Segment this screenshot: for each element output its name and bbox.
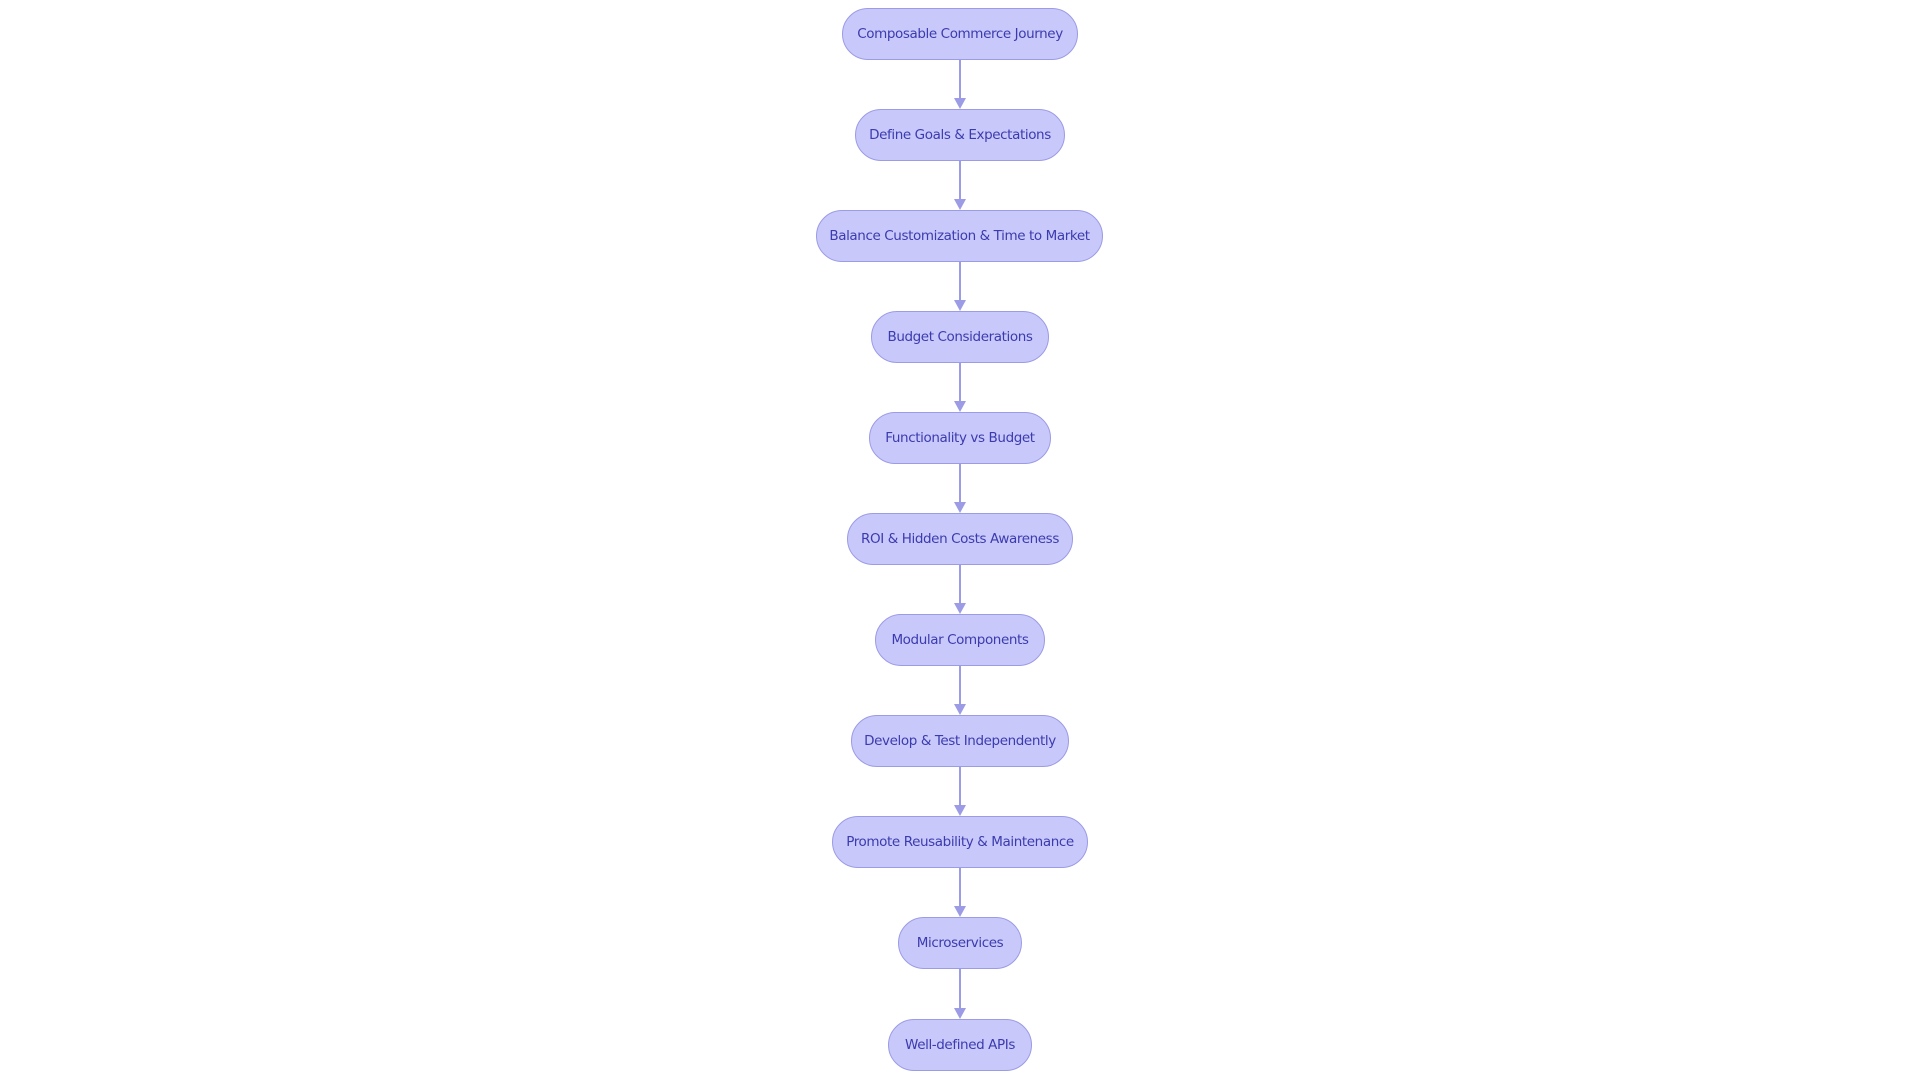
arrowhead-icon (954, 805, 966, 816)
edge-arrow (954, 565, 966, 614)
edge-arrow (954, 767, 966, 816)
arrowhead-icon (954, 98, 966, 109)
node-modular-components[interactable]: Modular Components (875, 614, 1045, 666)
node-promote-reusability-maintenance[interactable]: Promote Reusability & Maintenance (832, 816, 1088, 868)
edge-arrow (954, 262, 966, 311)
node-functionality-vs-budget[interactable]: Functionality vs Budget (869, 412, 1051, 464)
node-well-defined-apis[interactable]: Well-defined APIs (888, 1019, 1032, 1071)
node-define-goals-expectations[interactable]: Define Goals & Expectations (855, 109, 1065, 161)
arrowhead-icon (954, 704, 966, 715)
node-microservices[interactable]: Microservices (898, 917, 1022, 969)
edge-arrow (954, 969, 966, 1019)
arrowhead-icon (954, 603, 966, 614)
edge-arrow (954, 60, 966, 109)
arrowhead-icon (954, 199, 966, 210)
node-develop-test-independently[interactable]: Develop & Test Independently (851, 715, 1069, 767)
edge-arrow (954, 666, 966, 715)
flowchart-canvas: Composable Commerce Journey Define Goals… (0, 0, 1920, 1080)
edge-arrow (954, 161, 966, 210)
arrowhead-icon (954, 906, 966, 917)
node-composable-commerce-journey[interactable]: Composable Commerce Journey (842, 8, 1078, 60)
arrowhead-icon (954, 401, 966, 412)
arrowhead-icon (954, 502, 966, 513)
node-roi-hidden-costs-awareness[interactable]: ROI & Hidden Costs Awareness (847, 513, 1073, 565)
node-balance-customization-time-to-market[interactable]: Balance Customization & Time to Market (816, 210, 1103, 262)
edge-arrow (954, 464, 966, 513)
node-budget-considerations[interactable]: Budget Considerations (871, 311, 1049, 363)
arrowhead-icon (954, 300, 966, 311)
edge-arrow (954, 868, 966, 917)
arrowhead-icon (954, 1008, 966, 1019)
edge-arrow (954, 363, 966, 412)
